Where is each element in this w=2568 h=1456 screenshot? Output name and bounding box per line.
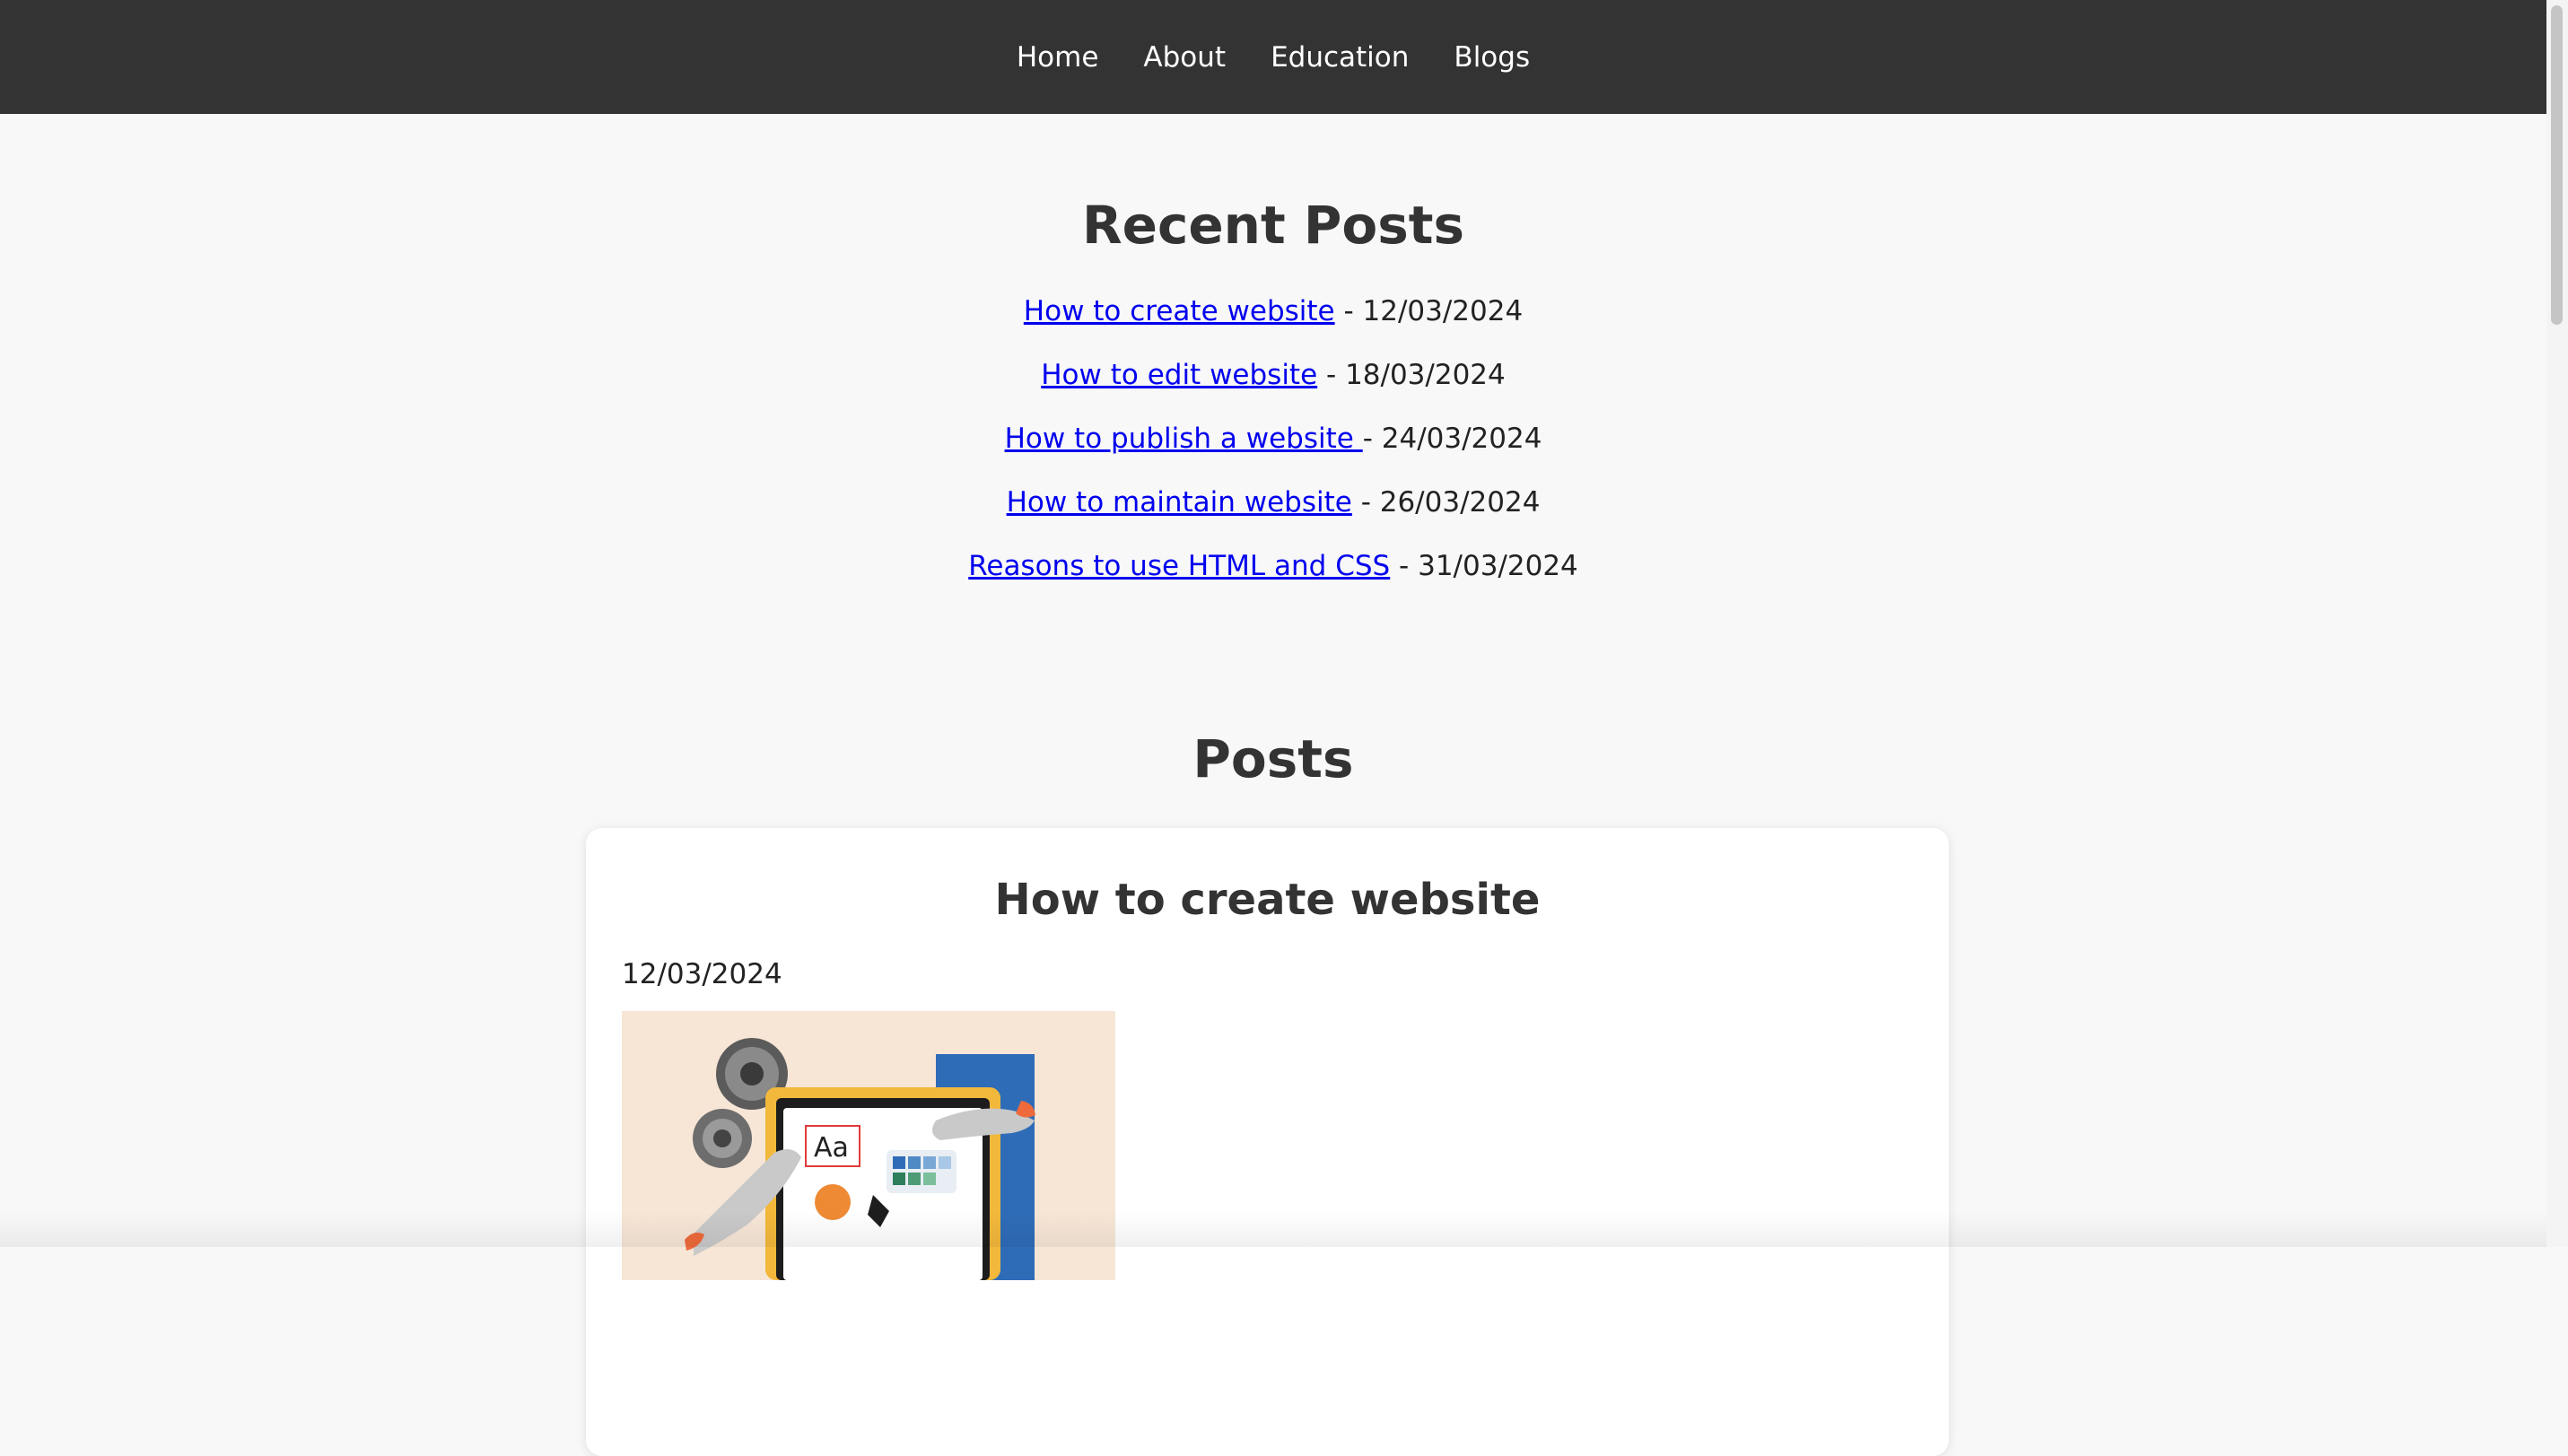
recent-post-date: - 24/03/2024 (1362, 423, 1542, 455)
recent-post-date: - 26/03/2024 (1351, 486, 1541, 519)
recent-post-item: How to publish a website - 24/03/2024 (0, 425, 2546, 489)
posts-heading: Posts (1192, 728, 1354, 789)
recent-post-item: Reasons to use HTML and CSS - 31/03/2024 (0, 553, 2546, 616)
recent-post-link[interactable]: How to edit website (1041, 359, 1317, 391)
recent-post-item: How to create website - 12/03/2024 (0, 298, 2546, 362)
recent-post-date: - 31/03/2024 (1390, 550, 1578, 582)
recent-post-link[interactable]: How to maintain website (1007, 486, 1352, 519)
recent-post-date: - 18/03/2024 (1317, 359, 1506, 391)
nav-blogs-link[interactable]: Blogs (1454, 41, 1530, 74)
nav-home-link[interactable]: Home (1017, 41, 1099, 74)
scrollbar-thumb[interactable] (2551, 5, 2563, 325)
nav-about-link[interactable]: About (1143, 41, 1226, 74)
page-scrollbar[interactable] (2546, 0, 2568, 1247)
recent-post-link[interactable]: How to publish a website (1005, 423, 1363, 455)
recent-post-date: - 12/03/2024 (1334, 295, 1524, 327)
svg-text:Aa: Aa (814, 1132, 849, 1164)
recent-post-link[interactable]: Reasons to use HTML and CSS (968, 550, 1390, 582)
recent-posts-heading: Recent Posts (1081, 195, 1465, 256)
top-navbar: Home About Education Blogs (0, 0, 2546, 114)
nav-education-link[interactable]: Education (1271, 41, 1409, 74)
bottom-fade (0, 1211, 2546, 1247)
recent-post-link[interactable]: How to create website (1024, 295, 1335, 327)
recent-post-item: How to edit website - 18/03/2024 (0, 362, 2546, 425)
recent-posts-list: How to create website - 12/03/2024 How t… (0, 298, 2546, 616)
recent-post-item: How to maintain website - 26/03/2024 (0, 489, 2546, 553)
post-date: 12/03/2024 (622, 958, 782, 990)
post-title: How to create website (994, 875, 1541, 925)
post-card: How to create website 12/03/2024 Aa (586, 828, 1949, 1456)
